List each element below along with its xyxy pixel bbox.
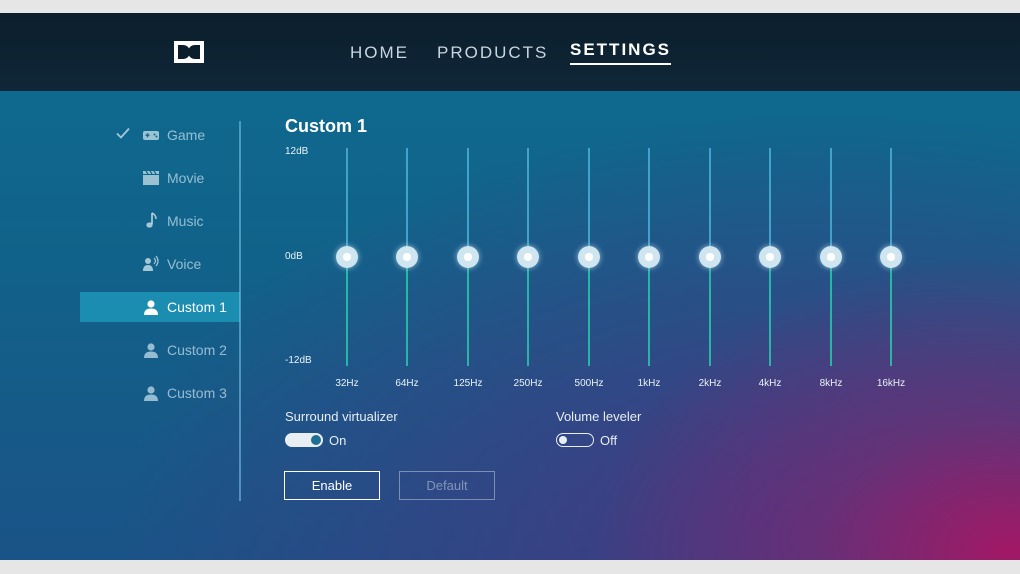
gamepad-icon [143, 131, 159, 140]
eq-track-upper [588, 148, 590, 256]
eq-frequency-label: 8kHz [819, 378, 843, 389]
db-mid-label: 0dB [285, 251, 303, 262]
eq-track-upper [406, 148, 408, 256]
voice-icon [143, 255, 159, 271]
person-icon [144, 386, 158, 401]
toggle-knob [559, 435, 567, 444]
checkmark-icon [116, 127, 130, 139]
eq-track-upper [648, 148, 650, 256]
eq-track-upper [467, 148, 469, 256]
sidebar-item-movie[interactable]: Movie [80, 163, 240, 193]
top-navigation-bar: HOME PRODUCTS SETTINGS [0, 13, 1020, 91]
eq-track-upper [890, 148, 892, 256]
eq-track-upper [769, 148, 771, 256]
eq-track-lower [346, 256, 348, 366]
default-button[interactable]: Default [399, 471, 495, 500]
eq-band-4khz: 4kHz [750, 148, 790, 394]
eq-band-500hz: 500Hz [569, 148, 609, 394]
eq-frequency-label: 125Hz [453, 378, 483, 389]
eq-slider-knob[interactable] [396, 246, 418, 268]
eq-frequency-label: 500Hz [574, 378, 604, 389]
eq-slider-knob[interactable] [820, 246, 842, 268]
eq-band-16khz: 16kHz [871, 148, 911, 394]
eq-slider-knob[interactable] [699, 246, 721, 268]
eq-track-lower [769, 256, 771, 366]
eq-track-upper [527, 148, 529, 256]
toggle-knob [311, 435, 321, 445]
eq-slider-knob[interactable] [336, 246, 358, 268]
surround-virtualizer-toggle[interactable] [285, 433, 323, 447]
sidebar-item-label: Custom 1 [167, 299, 227, 315]
eq-track-upper [346, 148, 348, 256]
leveler-state-text: Off [600, 433, 618, 448]
sidebar-item-label: Game [167, 127, 206, 143]
sidebar-item-music[interactable]: Music [80, 206, 240, 236]
eq-track-lower [830, 256, 832, 366]
eq-frequency-label: 1kHz [637, 378, 661, 389]
eq-track-lower [588, 256, 590, 366]
sidebar-item-label: Voice [167, 256, 202, 272]
eq-track-lower [406, 256, 408, 366]
sidebar-item-label: Custom 3 [167, 385, 227, 401]
enable-button[interactable]: Enable [284, 471, 380, 500]
eq-frequency-label: 32Hz [335, 378, 359, 389]
sidebar-item-game[interactable]: Game [80, 120, 240, 150]
db-max-label: 12dB [285, 146, 309, 157]
eq-slider-knob[interactable] [638, 246, 660, 268]
sidebar-item-label: Music [167, 213, 204, 229]
sidebar-item-custom-3[interactable]: Custom 3 [80, 378, 240, 408]
db-min-label: -12dB [285, 355, 312, 366]
sidebar-item-custom-2[interactable]: Custom 2 [80, 335, 240, 365]
eq-track-lower [709, 256, 711, 366]
nav-products[interactable]: PRODUCTS [437, 43, 548, 63]
eq-track-upper [830, 148, 832, 256]
sidebar-item-custom-1[interactable]: Custom 1 [80, 292, 240, 322]
eq-slider-knob[interactable] [457, 246, 479, 268]
surround-virtualizer-label: Surround virtualizer [285, 409, 398, 424]
music-note-icon [146, 212, 157, 228]
eq-band-2khz: 2kHz [690, 148, 730, 394]
person-icon [144, 343, 158, 358]
eq-band-125hz: 125Hz [448, 148, 488, 394]
sidebar-item-label: Movie [167, 170, 205, 186]
surround-state-text: On [329, 433, 347, 448]
eq-frequency-label: 250Hz [513, 378, 543, 389]
eq-band-32hz: 32Hz [327, 148, 367, 394]
eq-frequency-label: 4kHz [758, 378, 782, 389]
sidebar-item-voice[interactable]: Voice [80, 249, 240, 279]
eq-frequency-label: 16kHz [876, 378, 906, 389]
dolby-app-window: HOME PRODUCTS SETTINGS Game Movie Music … [0, 13, 1020, 560]
eq-band-1khz: 1kHz [629, 148, 669, 394]
volume-leveler-toggle[interactable] [556, 433, 594, 447]
clapperboard-icon [143, 170, 159, 185]
eq-track-lower [890, 256, 892, 366]
eq-slider-knob[interactable] [578, 246, 600, 268]
volume-leveler-label: Volume leveler [556, 409, 642, 424]
eq-frequency-label: 64Hz [395, 378, 419, 389]
eq-slider-knob[interactable] [880, 246, 902, 268]
preset-title: Custom 1 [285, 116, 368, 136]
dolby-logo-icon[interactable] [174, 41, 204, 63]
nav-home[interactable]: HOME [350, 43, 409, 63]
eq-track-upper [709, 148, 711, 256]
eq-slider-knob[interactable] [517, 246, 539, 268]
eq-track-lower [648, 256, 650, 366]
nav-settings[interactable]: SETTINGS [570, 40, 672, 65]
eq-track-lower [527, 256, 529, 366]
eq-band-64hz: 64Hz [387, 148, 427, 394]
person-icon [144, 300, 158, 315]
eq-track-lower [467, 256, 469, 366]
eq-band-8khz: 8kHz [811, 148, 851, 394]
sidebar-divider [239, 121, 241, 501]
eq-frequency-label: 2kHz [698, 378, 722, 389]
eq-slider-knob[interactable] [759, 246, 781, 268]
sidebar-item-label: Custom 2 [167, 342, 227, 358]
eq-band-250hz: 250Hz [508, 148, 548, 394]
